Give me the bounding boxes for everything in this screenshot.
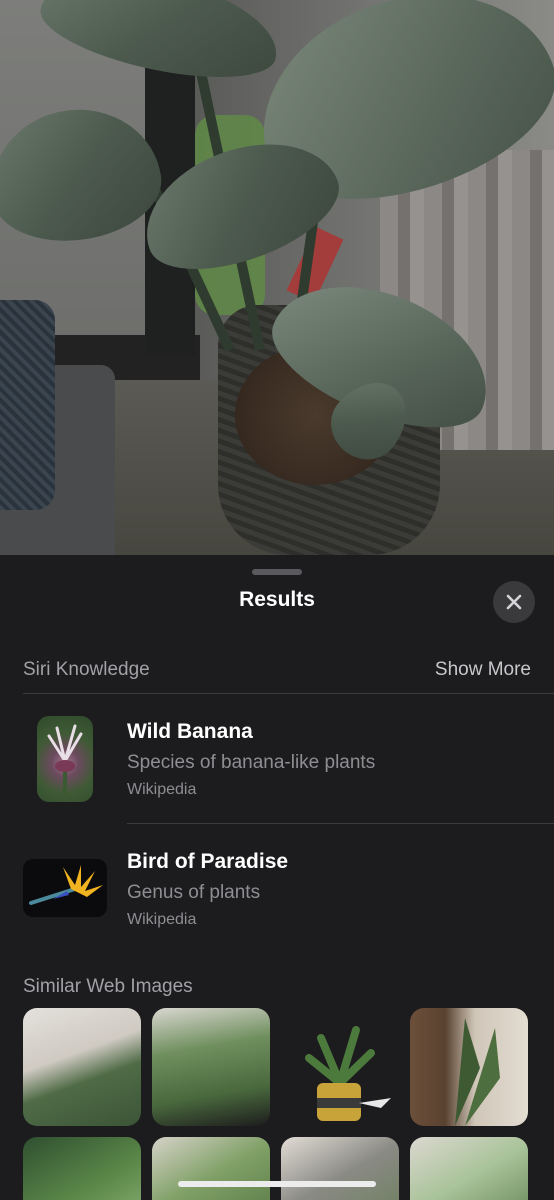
- bird-of-paradise-thumbnail: [23, 859, 107, 917]
- sheet-grabber[interactable]: [252, 569, 302, 575]
- result-source: Wikipedia: [127, 911, 197, 928]
- results-sheet: Results Siri Knowledge Show More Wild Ba…: [0, 561, 554, 1200]
- similar-image[interactable]: [152, 1008, 270, 1126]
- result-subtitle: Species of banana-like plants: [127, 752, 376, 773]
- home-indicator[interactable]: [178, 1181, 376, 1187]
- similar-image[interactable]: [410, 1008, 528, 1126]
- xmark-icon: [506, 594, 522, 610]
- similar-image[interactable]: [152, 1137, 270, 1200]
- photo-cushion: [0, 300, 55, 510]
- result-subtitle: Genus of plants: [127, 882, 261, 903]
- similar-web-images-header: Similar Web Images: [23, 976, 193, 997]
- similar-image[interactable]: [23, 1137, 141, 1200]
- captured-photo[interactable]: [0, 0, 554, 555]
- knowledge-result-bird-of-paradise[interactable]: Bird of Paradise Genus of plants Wikiped…: [0, 824, 554, 934]
- close-button[interactable]: [493, 581, 535, 623]
- result-title: Bird of Paradise: [127, 850, 289, 873]
- similar-image[interactable]: [410, 1137, 528, 1200]
- siri-knowledge-header: Siri Knowledge: [23, 659, 150, 680]
- similar-image[interactable]: [281, 1137, 399, 1200]
- sheet-title: Results: [239, 588, 315, 611]
- wild-banana-thumbnail: [37, 716, 93, 802]
- similar-image[interactable]: [23, 1008, 141, 1126]
- result-source: Wikipedia: [127, 781, 197, 798]
- show-more-button[interactable]: Show More: [435, 659, 531, 681]
- similar-image[interactable]: [281, 1008, 399, 1126]
- result-title: Wild Banana: [127, 720, 253, 743]
- knowledge-result-wild-banana[interactable]: Wild Banana Species of banana-like plant…: [0, 694, 554, 804]
